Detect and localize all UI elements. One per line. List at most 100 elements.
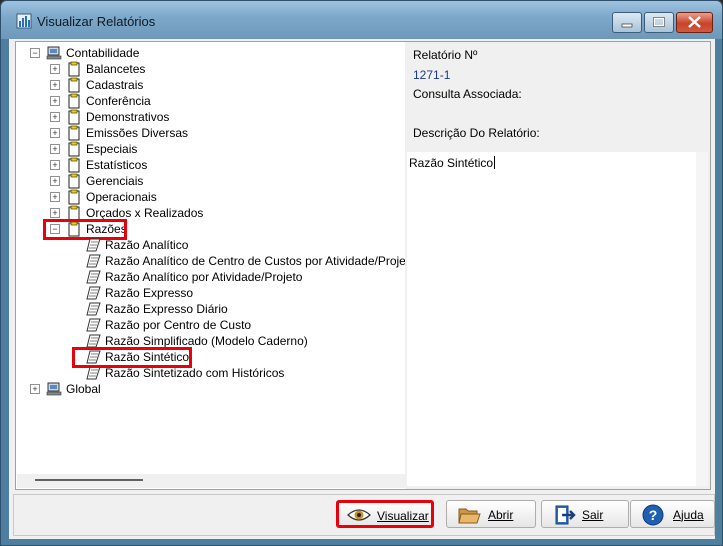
client-area: − Contabilidade + Balancetes + Cadastrais + C… xyxy=(9,39,715,539)
close-button[interactable] xyxy=(676,12,713,33)
ajuda-label: Ajuda xyxy=(673,508,704,522)
minimize-button[interactable] xyxy=(612,12,642,33)
tree-node-report[interactable]: Razão Expresso xyxy=(16,285,406,301)
clipboard-icon xyxy=(68,189,80,205)
button-bar: Visualizar Abrir Sair ? Ajuda xyxy=(13,494,715,536)
maximize-button[interactable] xyxy=(644,12,674,33)
associated-query-label: Consulta Associada: xyxy=(413,87,522,101)
maximize-icon xyxy=(653,17,665,27)
visualizar-button[interactable]: Visualizar xyxy=(336,500,434,528)
clipboard-icon xyxy=(68,93,80,109)
expand-icon[interactable]: + xyxy=(50,176,60,186)
expand-icon[interactable]: + xyxy=(30,384,40,394)
report-icon xyxy=(86,254,101,268)
tree-node-folder[interactable]: + Demonstrativos xyxy=(16,109,406,125)
expand-icon[interactable]: + xyxy=(50,80,60,90)
expand-icon[interactable]: + xyxy=(50,144,60,154)
tree-node-folder[interactable]: + Especiais xyxy=(16,141,406,157)
tree-node-label: Razão Analítico xyxy=(105,238,189,252)
tree-node-label: Gerenciais xyxy=(86,174,144,188)
tree-node-report[interactable]: Razão Analítico de Centro de Custos por … xyxy=(16,253,406,269)
report-icon xyxy=(86,302,101,316)
tree-node-report[interactable]: Razão Expresso Diário xyxy=(16,301,406,317)
tree-node-label: Razão Expresso Diário xyxy=(105,302,228,316)
tree-node-report[interactable]: Razão Analítico xyxy=(16,237,406,253)
description-textarea[interactable]: Razão Sintético xyxy=(407,152,697,486)
report-number-label: Relatório Nº xyxy=(413,48,478,62)
expand-icon[interactable]: + xyxy=(50,160,60,170)
clipboard-icon xyxy=(68,141,80,157)
tree-node-label: Balancetes xyxy=(86,62,146,76)
tree-node-label: Emissões Diversas xyxy=(86,126,189,140)
tree-node-label: Estatísticos xyxy=(86,158,148,172)
exit-door-icon xyxy=(555,505,576,525)
description-label: Descrição Do Relatório: xyxy=(413,126,540,140)
abrir-label: Abrir xyxy=(488,508,514,522)
expand-icon[interactable]: + xyxy=(50,208,60,218)
ajuda-button[interactable]: ? Ajuda xyxy=(630,500,715,528)
tree-node-folder[interactable]: + Emissões Diversas xyxy=(16,125,406,141)
tree-node-folder[interactable]: + Operacionais xyxy=(16,189,406,205)
computer-icon xyxy=(46,382,62,396)
tree-node-label: Razão por Centro de Custo xyxy=(105,318,252,332)
window-title: Visualizar Relatórios xyxy=(37,14,156,29)
tree-node-label: Orçados x Realizados xyxy=(86,206,204,220)
tree-node-label: Razão Expresso xyxy=(105,286,194,300)
tree-node-label: Cadastrais xyxy=(86,78,144,92)
horizontal-scrollbar[interactable] xyxy=(17,474,405,488)
title-bar[interactable]: Visualizar Relatórios xyxy=(1,1,722,39)
tree-node-label: Conferência xyxy=(86,94,151,108)
tree-node-folder[interactable]: + Cadastrais xyxy=(16,77,406,93)
clipboard-icon xyxy=(68,109,80,125)
description-text: Razão Sintético xyxy=(409,156,496,170)
tree-node-report[interactable]: Razão Analítico por Atividade/Projeto xyxy=(16,269,406,285)
collapse-icon[interactable]: − xyxy=(30,48,40,58)
eye-icon xyxy=(347,509,371,521)
report-icon xyxy=(86,270,101,284)
report-icon xyxy=(86,286,101,300)
sair-label: Sair xyxy=(582,508,604,522)
tree-node-label: Contabilidade xyxy=(66,46,140,60)
tree-node-folder[interactable]: + Gerenciais xyxy=(16,173,406,189)
app-icon xyxy=(16,13,32,29)
tree-node-label: Global xyxy=(66,382,101,396)
sair-button[interactable]: Sair xyxy=(541,500,629,528)
highlight-box-selected-report xyxy=(72,347,192,368)
clipboard-icon xyxy=(68,157,80,173)
clipboard-icon xyxy=(68,77,80,93)
close-icon xyxy=(688,16,701,28)
tree-node-contabilidade[interactable]: − Contabilidade xyxy=(16,45,406,61)
report-icon xyxy=(86,318,101,332)
expand-icon[interactable]: + xyxy=(50,128,60,138)
abrir-button[interactable]: Abrir xyxy=(446,500,536,528)
tree-node-folder[interactable]: + Estatísticos xyxy=(16,157,406,173)
tree-node-global[interactable]: + Global xyxy=(16,381,406,397)
expand-icon[interactable]: + xyxy=(50,96,60,106)
clipboard-icon xyxy=(68,125,80,141)
folder-open-icon xyxy=(458,508,481,524)
report-info-panel: Relatório Nº 1271-1 Consulta Associada: … xyxy=(405,41,711,490)
tree-node-label: Especiais xyxy=(86,142,138,156)
tree-node-report[interactable]: Razão por Centro de Custo xyxy=(16,317,406,333)
tree-node-folder[interactable]: + Balancetes xyxy=(16,61,406,77)
visualizar-label: Visualizar xyxy=(377,509,429,523)
description-value: Razão Sintético xyxy=(409,156,494,170)
tree-node-folder[interactable]: + Conferência xyxy=(16,93,406,109)
scrollbar-thumb[interactable] xyxy=(35,479,143,481)
expand-icon[interactable]: + xyxy=(50,64,60,74)
vertical-scrollbar[interactable] xyxy=(696,152,708,486)
clipboard-icon xyxy=(68,173,80,189)
clipboard-icon xyxy=(68,61,80,77)
help-icon: ? xyxy=(642,504,664,526)
minimize-icon xyxy=(621,23,633,28)
tree-node-label: Razão Analítico de Centro de Custos por … xyxy=(105,254,407,268)
tree-node-label: Razão Analítico por Atividade/Projeto xyxy=(105,270,303,284)
tree-node-label: Razão Sintetizado com Históricos xyxy=(105,366,285,380)
report-tree[interactable]: − Contabilidade + Balancetes + Cadastrais + C… xyxy=(15,41,407,490)
expand-icon[interactable]: + xyxy=(50,112,60,122)
svg-text:?: ? xyxy=(649,507,658,523)
expand-icon[interactable]: + xyxy=(50,192,60,202)
tree-node-label: Razão Simplificado (Modelo Caderno) xyxy=(105,334,308,348)
text-caret xyxy=(494,156,496,169)
tree-node-label: Operacionais xyxy=(86,190,157,204)
